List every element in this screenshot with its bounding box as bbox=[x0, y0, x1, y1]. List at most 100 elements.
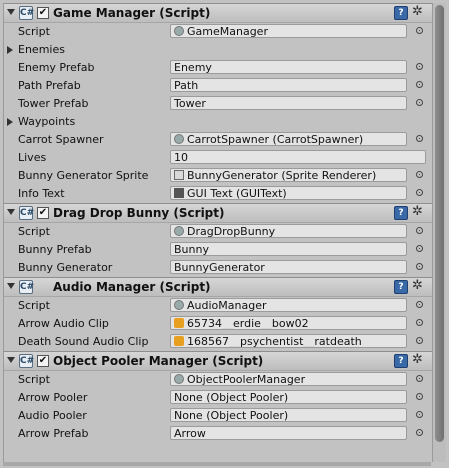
foldout-arrow-icon[interactable] bbox=[7, 46, 13, 54]
object-picker-icon[interactable] bbox=[416, 411, 423, 418]
help-icon[interactable]: ? bbox=[394, 6, 408, 20]
help-icon[interactable]: ? bbox=[394, 206, 408, 220]
object-picker-icon[interactable] bbox=[416, 189, 423, 196]
script-component-icon: C# bbox=[19, 280, 35, 294]
gear-icon[interactable]: ✲ bbox=[412, 278, 423, 293]
bunny-prefab-field[interactable]: Bunny bbox=[170, 242, 407, 256]
object-picker-icon[interactable] bbox=[416, 135, 423, 142]
path-prefab-field[interactable]: Path bbox=[170, 78, 407, 92]
object-picker-icon[interactable] bbox=[416, 393, 423, 400]
object-picker-icon[interactable] bbox=[416, 245, 423, 252]
bunny-generator-sprite-field[interactable]: BunnyGenerator (Sprite Renderer) bbox=[170, 168, 407, 182]
property-label: Script bbox=[18, 25, 50, 38]
property-label: Enemy Prefab bbox=[18, 61, 95, 74]
object-picker-icon[interactable] bbox=[416, 301, 423, 308]
lives-field[interactable]: 10 bbox=[170, 150, 426, 164]
property-row-script: Script AudioManager bbox=[4, 297, 432, 315]
object-picker-icon[interactable] bbox=[416, 429, 423, 436]
property-row-arrow-audio-clip: Arrow Audio Clip 65734__erdie__bow02 bbox=[4, 315, 432, 333]
script-component-icon: C# bbox=[19, 6, 35, 20]
property-label: Script bbox=[18, 373, 50, 386]
field-value: Tower bbox=[174, 97, 206, 110]
property-label: Bunny Generator Sprite bbox=[18, 169, 149, 182]
tower-prefab-field[interactable]: Tower bbox=[170, 96, 407, 110]
foldout-arrow-icon[interactable] bbox=[7, 283, 15, 289]
audio-icon bbox=[174, 336, 184, 346]
object-picker-icon[interactable] bbox=[416, 99, 423, 106]
property-row-arrow-prefab: Arrow Prefab Arrow bbox=[4, 425, 432, 443]
object-picker-icon[interactable] bbox=[416, 319, 423, 326]
object-picker-icon[interactable] bbox=[416, 375, 423, 382]
enemy-prefab-field[interactable]: Enemy bbox=[170, 60, 407, 74]
object-picker-icon[interactable] bbox=[416, 27, 423, 34]
component-title: Game Manager (Script) bbox=[53, 6, 211, 20]
arrow-audio-clip-field[interactable]: 65734__erdie__bow02 bbox=[170, 316, 407, 330]
property-row-enemy-prefab: Enemy Prefab Enemy bbox=[4, 59, 432, 77]
object-picker-icon[interactable] bbox=[416, 227, 423, 234]
field-value: DragDropBunny bbox=[187, 225, 276, 238]
property-label: Arrow Pooler bbox=[18, 391, 88, 404]
field-value: Enemy bbox=[174, 61, 212, 74]
enabled-checkbox[interactable]: ✔ bbox=[37, 207, 49, 219]
script-field[interactable]: ObjectPoolerManager bbox=[170, 372, 407, 386]
help-icon[interactable]: ? bbox=[394, 280, 408, 294]
obj-icon bbox=[174, 170, 184, 180]
component-header[interactable]: C# Audio Manager (Script)? ✲ bbox=[4, 277, 432, 297]
help-icon[interactable]: ? bbox=[394, 354, 408, 368]
gear-icon[interactable]: ✲ bbox=[412, 4, 423, 19]
component-game-manager: C# ✔ Game Manager (Script)? ✲ Script GameMana… bbox=[4, 3, 432, 203]
audio-pooler-field[interactable]: None (Object Pooler) bbox=[170, 408, 407, 422]
foldout-arrow-icon[interactable] bbox=[7, 209, 15, 215]
property-row-carrot-spawner: Carrot Spawner CarrotSpawner (CarrotSpawn… bbox=[4, 131, 432, 149]
carrot-spawner-field[interactable]: CarrotSpawner (CarrotSpawner) bbox=[170, 132, 407, 146]
object-picker-icon[interactable] bbox=[416, 337, 423, 344]
bunny-generator-field[interactable]: BunnyGenerator bbox=[170, 260, 407, 274]
script-field[interactable]: GameManager bbox=[170, 24, 407, 38]
property-row-script: Script GameManager bbox=[4, 23, 432, 41]
object-picker-icon[interactable] bbox=[416, 171, 423, 178]
script-field[interactable]: AudioManager bbox=[170, 298, 407, 312]
property-row-script: Script DragDropBunny bbox=[4, 223, 432, 241]
component-audio-manager: C# Audio Manager (Script)? ✲ Script AudioMan… bbox=[4, 277, 432, 351]
enabled-checkbox[interactable]: ✔ bbox=[37, 7, 49, 19]
foldout-arrow-icon[interactable] bbox=[7, 357, 15, 363]
arrow-prefab-field[interactable]: Arrow bbox=[170, 426, 407, 440]
property-row-info-text: Info Text GUI Text (GUIText) bbox=[4, 185, 432, 203]
component-header[interactable]: C# ✔ Game Manager (Script)? ✲ bbox=[4, 3, 432, 23]
property-label: Tower Prefab bbox=[18, 97, 89, 110]
foldout-arrow-icon[interactable] bbox=[7, 118, 13, 126]
property-label: Script bbox=[18, 225, 50, 238]
field-value: None (Object Pooler) bbox=[174, 391, 289, 404]
component-header[interactable]: C# ✔ Drag Drop Bunny (Script)? ✲ bbox=[4, 203, 432, 223]
script-field[interactable]: DragDropBunny bbox=[170, 224, 407, 238]
death-sound-audio-clip-field[interactable]: 168567__psychentist__ratdeath bbox=[170, 334, 407, 348]
arrow-pooler-field[interactable]: None (Object Pooler) bbox=[170, 390, 407, 404]
enabled-checkbox[interactable]: ✔ bbox=[37, 355, 49, 367]
property-row-script: Script ObjectPoolerManager bbox=[4, 371, 432, 389]
gear-icon[interactable]: ✲ bbox=[412, 352, 423, 367]
property-row-waypoints[interactable]: Waypoints bbox=[4, 113, 432, 131]
field-value: 10 bbox=[174, 151, 188, 164]
property-label: Arrow Audio Clip bbox=[18, 317, 109, 330]
object-picker-icon[interactable] bbox=[416, 63, 423, 70]
property-row-enemies[interactable]: Enemies bbox=[4, 41, 432, 59]
field-value: GameManager bbox=[187, 25, 268, 38]
vertical-scrollbar[interactable] bbox=[432, 3, 446, 462]
gear-icon[interactable]: ✲ bbox=[412, 204, 423, 219]
field-value: None (Object Pooler) bbox=[174, 409, 289, 422]
field-value: BunnyGenerator (Sprite Renderer) bbox=[187, 169, 377, 182]
property-label: Path Prefab bbox=[18, 79, 81, 92]
property-label: Waypoints bbox=[18, 115, 76, 128]
component-header[interactable]: C# ✔ Object Pooler Manager (Script)? ✲ bbox=[4, 351, 432, 371]
info-text-field[interactable]: GUI Text (GUIText) bbox=[170, 186, 407, 200]
foldout-arrow-icon[interactable] bbox=[7, 9, 15, 15]
object-picker-icon[interactable] bbox=[416, 81, 423, 88]
property-row-tower-prefab: Tower Prefab Tower bbox=[4, 95, 432, 113]
property-row-bunny-prefab: Bunny Prefab Bunny bbox=[4, 241, 432, 259]
component-drag-drop-bunny: C# ✔ Drag Drop Bunny (Script)? ✲ Script DragD… bbox=[4, 203, 432, 277]
script-icon bbox=[174, 26, 184, 36]
object-picker-icon[interactable] bbox=[416, 263, 423, 270]
component-object-pooler-manager: C# ✔ Object Pooler Manager (Script)? ✲ Scrip… bbox=[4, 351, 432, 443]
component-title: Drag Drop Bunny (Script) bbox=[53, 206, 225, 220]
scrollbar-thumb[interactable] bbox=[435, 5, 444, 442]
